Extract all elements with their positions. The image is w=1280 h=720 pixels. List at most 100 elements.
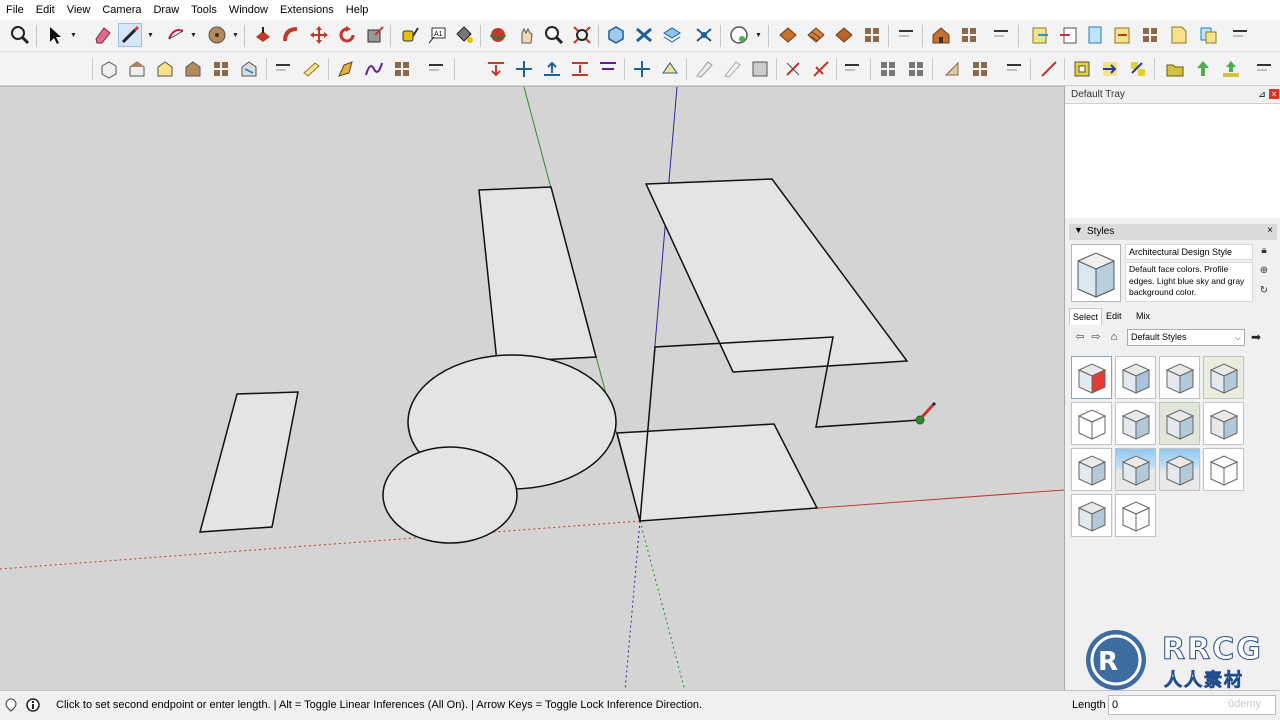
menu-help[interactable]: Help (340, 0, 375, 20)
style-description-field[interactable]: Default face colors. Profile edges. Ligh… (1125, 262, 1253, 302)
outer-shell-icon[interactable] (632, 23, 656, 47)
move-tool-icon[interactable] (307, 23, 331, 47)
menu-extensions[interactable]: Extensions (274, 0, 340, 20)
create-style-icon[interactable]: ⊕ (1257, 264, 1271, 278)
back-view-icon[interactable] (209, 57, 233, 81)
menu-window[interactable]: Window (223, 0, 274, 20)
grid-tool-icon[interactable] (860, 23, 884, 47)
style-swatch[interactable] (1071, 402, 1112, 445)
docs-icon[interactable] (1166, 23, 1190, 47)
tab-select[interactable]: Select (1069, 308, 1103, 325)
layers-icon[interactable] (1083, 23, 1107, 47)
align-top-icon[interactable] (484, 57, 508, 81)
zoom-extents-icon[interactable] (570, 23, 594, 47)
shape-dropdown-icon[interactable]: ▼ (232, 32, 240, 40)
move-axes-icon[interactable] (630, 57, 654, 81)
export-icon[interactable] (1028, 23, 1052, 47)
select-dropdown-icon[interactable]: ▼ (70, 32, 78, 40)
tab-edit[interactable]: Edit (1103, 308, 1125, 324)
warehouse-icon[interactable] (727, 23, 751, 47)
orbit-icon[interactable] (486, 23, 510, 47)
fillet-icon[interactable] (748, 57, 772, 81)
freehand-icon[interactable] (334, 57, 358, 81)
geo-location-icon[interactable] (4, 698, 18, 712)
sandbox-icon[interactable] (660, 23, 684, 47)
intersect-icon[interactable] (692, 23, 716, 47)
info-icon[interactable] (26, 698, 40, 712)
shape-tool-icon[interactable] (205, 23, 229, 47)
components-grid-icon[interactable] (957, 23, 981, 47)
left-view-icon[interactable] (237, 57, 261, 81)
swap-icon[interactable] (1126, 57, 1150, 81)
house-icon[interactable] (929, 23, 953, 47)
align-bottom-icon[interactable] (540, 57, 564, 81)
face-left-parallelogram[interactable] (199, 391, 299, 533)
style-swatch[interactable] (1203, 402, 1244, 445)
text-tool-icon[interactable]: A1 (425, 23, 449, 47)
arc-dropdown-icon[interactable]: ▼ (190, 32, 198, 40)
rotate-tool-icon[interactable] (335, 23, 359, 47)
grid-c-icon[interactable] (968, 57, 992, 81)
iso-view-icon[interactable] (97, 57, 121, 81)
right-view-icon[interactable] (181, 57, 205, 81)
components-icon[interactable] (1138, 23, 1162, 47)
toolbar-grip-icon[interactable] (840, 57, 864, 81)
push-pull-icon[interactable] (251, 23, 275, 47)
grid-b-icon[interactable] (904, 57, 928, 81)
style-swatch[interactable] (1115, 356, 1156, 399)
upload-icon[interactable] (1191, 57, 1215, 81)
style-name-field[interactable]: Architectural Design Style (1125, 244, 1253, 260)
solid-tools-icon[interactable] (604, 23, 628, 47)
weld-icon[interactable] (809, 57, 833, 81)
menu-tools[interactable]: Tools (185, 0, 223, 20)
select-tool-icon[interactable] (42, 23, 66, 47)
zoom-icon[interactable] (542, 23, 566, 47)
forward-arrow-icon[interactable]: ⇨ (1089, 330, 1103, 344)
style-swatch[interactable] (1159, 402, 1200, 445)
pin-icon[interactable]: ⊿ (1257, 89, 1267, 99)
style-swatch[interactable] (1115, 494, 1156, 537)
zoom-window-icon[interactable] (8, 23, 32, 47)
scenes-icon[interactable] (1110, 23, 1134, 47)
collection-dropdown[interactable]: Default Styles ⌵ (1127, 329, 1245, 346)
front-view-icon[interactable] (153, 57, 177, 81)
follow-me-icon[interactable] (279, 23, 303, 47)
tab-mix[interactable]: Mix (1133, 308, 1153, 324)
import-icon[interactable] (1056, 23, 1080, 47)
section-plane-icon[interactable] (299, 57, 323, 81)
menu-camera[interactable]: Camera (96, 0, 147, 20)
curve-icon[interactable] (362, 57, 386, 81)
menu-file[interactable]: File (0, 0, 30, 20)
grid-a-icon[interactable] (876, 57, 900, 81)
menu-edit[interactable]: Edit (30, 0, 61, 20)
menu-draw[interactable]: Draw (147, 0, 185, 20)
line-tool-icon[interactable] (118, 23, 142, 47)
warehouse-dropdown-icon[interactable]: ▼ (755, 32, 763, 40)
toolbar-grip-icon[interactable] (1252, 57, 1276, 81)
brick-tool-icon[interactable] (804, 23, 828, 47)
face-tall-rectangle[interactable] (478, 186, 597, 363)
back-arrow-icon[interactable]: ⇦ (1073, 330, 1087, 344)
distribute-v-icon[interactable] (568, 57, 592, 81)
wall-tool-icon[interactable] (776, 23, 800, 47)
style-swatch[interactable] (1071, 356, 1112, 399)
tape-measure-icon[interactable] (397, 23, 421, 47)
folder-icon[interactable] (1163, 57, 1187, 81)
send-arrow-icon[interactable] (1098, 57, 1122, 81)
eraser-icon[interactable] (90, 23, 114, 47)
pan-icon[interactable] (514, 23, 538, 47)
bevel-icon[interactable] (720, 57, 744, 81)
toolbar-grip-icon[interactable] (271, 57, 295, 81)
grid-tool-2-icon[interactable] (390, 57, 414, 81)
curviloft-icon[interactable] (781, 57, 805, 81)
toolbar-grip-icon[interactable] (894, 23, 918, 47)
styles-panel-header[interactable]: ▼ Styles × (1069, 224, 1277, 240)
style-swatch[interactable] (1159, 448, 1200, 491)
style-swatch[interactable] (1071, 494, 1112, 537)
details-arrow-icon[interactable]: ➡ (1251, 330, 1261, 344)
close-icon[interactable]: × (1267, 225, 1273, 236)
arc-tool-icon[interactable] (164, 23, 188, 47)
download-icon[interactable] (1219, 57, 1243, 81)
draw-line-2-icon[interactable] (1037, 57, 1061, 81)
style-swatch[interactable] (1159, 356, 1200, 399)
